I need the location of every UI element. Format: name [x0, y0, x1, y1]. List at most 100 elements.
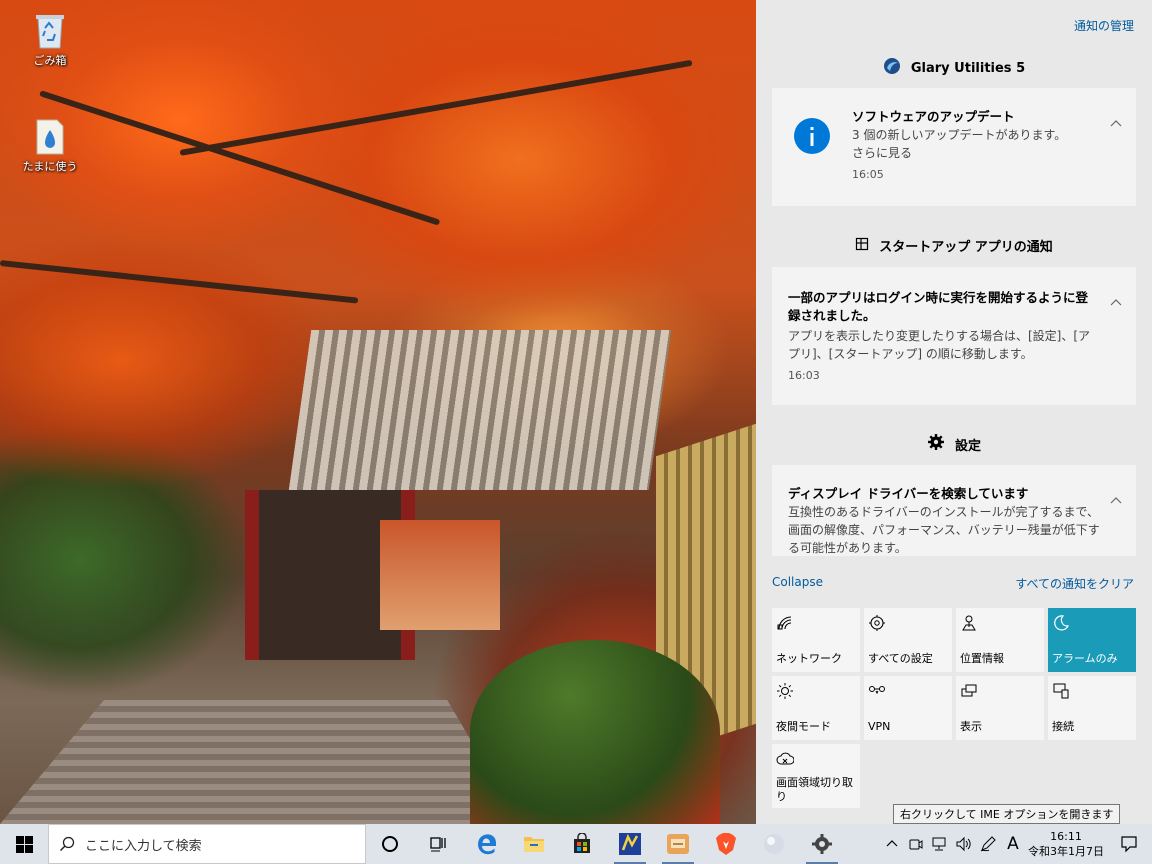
search-placeholder: ここに入力して検索	[85, 838, 202, 854]
settings-icon	[812, 834, 832, 854]
cortana-button[interactable]	[366, 824, 414, 864]
edge-icon	[478, 834, 496, 855]
chevron-up-icon	[886, 840, 898, 847]
taskbar-app[interactable]	[606, 824, 654, 864]
snip-icon	[776, 752, 795, 765]
notification-title: 一部のアプリはログイン時に実行を開始するように登録されました。	[788, 290, 1089, 323]
taskbar-app[interactable]	[654, 824, 702, 864]
see-more-link[interactable]: さらに見る	[852, 144, 1096, 162]
taskbar-app-file-explorer[interactable]	[510, 824, 558, 864]
connect-icon	[1053, 683, 1069, 699]
wallpaper-gate-light	[380, 520, 500, 630]
action-center-button[interactable]	[1106, 824, 1152, 864]
quick-action-night-light[interactable]: 夜間モード	[772, 676, 860, 740]
app-icon	[764, 834, 784, 854]
recycle-bin-icon	[33, 10, 67, 50]
quick-action-location[interactable]: 位置情報	[956, 608, 1044, 672]
search-icon	[59, 836, 75, 852]
clock-time: 16:11	[1050, 830, 1082, 843]
taskbar-app-edge[interactable]	[462, 824, 510, 864]
taskbar-app-store[interactable]	[558, 824, 606, 864]
taskbar: ここに入力して検索 A 16:11 令和3年1月7日	[0, 824, 1152, 864]
notification-body: アプリを表示したり変更したりする場合は、[設定]、[アプリ]、[スタートアップ]…	[788, 329, 1091, 361]
network-status-button[interactable]	[928, 824, 952, 864]
notification-body: 3 個の新しいアップデートがあります。	[852, 128, 1067, 142]
app-icon	[667, 834, 689, 854]
folder-icon	[33, 116, 67, 156]
group-title: 設定	[954, 438, 981, 454]
desktop-icon-recycle-bin[interactable]: ごみ箱	[20, 10, 80, 68]
tile-label: VPN	[868, 720, 891, 733]
notification-time: 16:03	[788, 369, 820, 382]
notification-card[interactable]: ソフトウェアのアップデート 3 個の新しいアップデートがあります。 さらに見る …	[772, 88, 1136, 206]
tile-label: 表示	[960, 720, 982, 733]
tile-label: アラームのみ	[1052, 652, 1118, 665]
chevron-up-icon[interactable]	[1110, 495, 1122, 507]
taskbar-search-box[interactable]: ここに入力して検索	[48, 824, 366, 864]
show-hidden-icons-button[interactable]	[880, 824, 904, 864]
tile-label: 夜間モード	[776, 720, 831, 733]
notification-title: ディスプレイ ドライバーを検索しています	[788, 486, 1029, 501]
taskbar-app-brave[interactable]	[702, 824, 750, 864]
location-icon	[962, 615, 976, 631]
desktop-wallpaper: ごみ箱 たまに使う	[0, 0, 756, 824]
clear-all-notifications-button[interactable]: すべての通知をクリア	[1015, 575, 1134, 592]
manage-notifications-link[interactable]: 通知の管理	[1074, 17, 1134, 34]
quick-action-screen-snip[interactable]: 画面領域切り取り	[772, 744, 860, 808]
group-title: Glary Utilities 5	[910, 60, 1026, 76]
group-header-startup[interactable]: スタートアップ アプリの通知	[756, 236, 1152, 255]
desktop-icon-label: ごみ箱	[33, 54, 67, 67]
chevron-up-icon[interactable]	[1110, 118, 1122, 130]
taskbar-app-settings[interactable]	[798, 824, 846, 864]
group-header-glary[interactable]: Glary Utilities 5	[756, 57, 1152, 79]
tile-label: ネットワーク	[776, 652, 842, 665]
brave-icon	[716, 833, 736, 855]
tile-label: 画面領域切り取り	[776, 776, 853, 803]
quick-action-vpn[interactable]: VPN	[864, 676, 952, 740]
quick-action-project[interactable]: 表示	[956, 676, 1044, 740]
pen-workspace-button[interactable]	[976, 824, 1000, 864]
meet-now-icon	[909, 839, 923, 850]
desktop-icon-label: たまに使う	[22, 160, 78, 173]
volume-icon	[956, 836, 971, 852]
wallpaper-steps	[0, 700, 520, 824]
system-tray: A 16:11 令和3年1月7日	[880, 824, 1152, 864]
quick-action-alarms-only[interactable]: アラームのみ	[1048, 608, 1136, 672]
action-center-panel: 通知の管理 Glary Utilities 5 ソフトウェアのアップデート 3 …	[756, 0, 1152, 824]
notification-time: 16:05	[852, 168, 884, 181]
quick-action-connect[interactable]: 接続	[1048, 676, 1136, 740]
ime-mode-button[interactable]: A	[1000, 834, 1026, 854]
store-icon	[574, 833, 590, 853]
collapse-button[interactable]: Collapse	[772, 575, 823, 589]
windows-logo-icon	[15, 835, 33, 853]
clock-button[interactable]: 16:11 令和3年1月7日	[1026, 829, 1106, 859]
quick-action-all-settings[interactable]: すべての設定	[864, 608, 952, 672]
desktop-icon-folder[interactable]: たまに使う	[20, 116, 80, 174]
notification-card[interactable]: 一部のアプリはログイン時に実行を開始するように登録されました。 アプリを表示した…	[772, 267, 1136, 405]
gear-icon	[927, 433, 945, 455]
taskbar-app[interactable]	[750, 824, 798, 864]
tray-app-button[interactable]	[904, 824, 928, 864]
task-view-button[interactable]	[414, 824, 462, 864]
wallpaper-bush	[470, 640, 720, 824]
pen-icon	[980, 836, 996, 852]
quick-action-network[interactable]: ネットワーク	[772, 608, 860, 672]
volume-button[interactable]	[952, 824, 976, 864]
start-button[interactable]	[0, 824, 48, 864]
wallpaper-branch	[179, 59, 693, 156]
moon-icon	[1054, 615, 1070, 631]
network-icon	[932, 837, 946, 851]
sun-icon	[777, 683, 793, 699]
notification-card[interactable]: ディスプレイ ドライバーを検索しています 互換性のあるドライバーのインストールが…	[772, 465, 1136, 556]
info-icon	[794, 118, 830, 157]
quick-actions-grid: ネットワーク すべての設定 位置情報 アラームのみ 夜間モード VPN 表示 接…	[772, 608, 1136, 808]
network-icon	[777, 616, 792, 630]
group-header-settings[interactable]: 設定	[756, 433, 1152, 455]
notification-icon	[1121, 836, 1137, 853]
chevron-up-icon[interactable]	[1110, 297, 1122, 309]
cortana-icon	[382, 836, 398, 852]
tile-label: 接続	[1052, 720, 1074, 733]
startup-apps-icon	[855, 237, 869, 255]
glary-utilities-icon	[883, 57, 901, 79]
settings-gear-icon	[869, 615, 885, 631]
